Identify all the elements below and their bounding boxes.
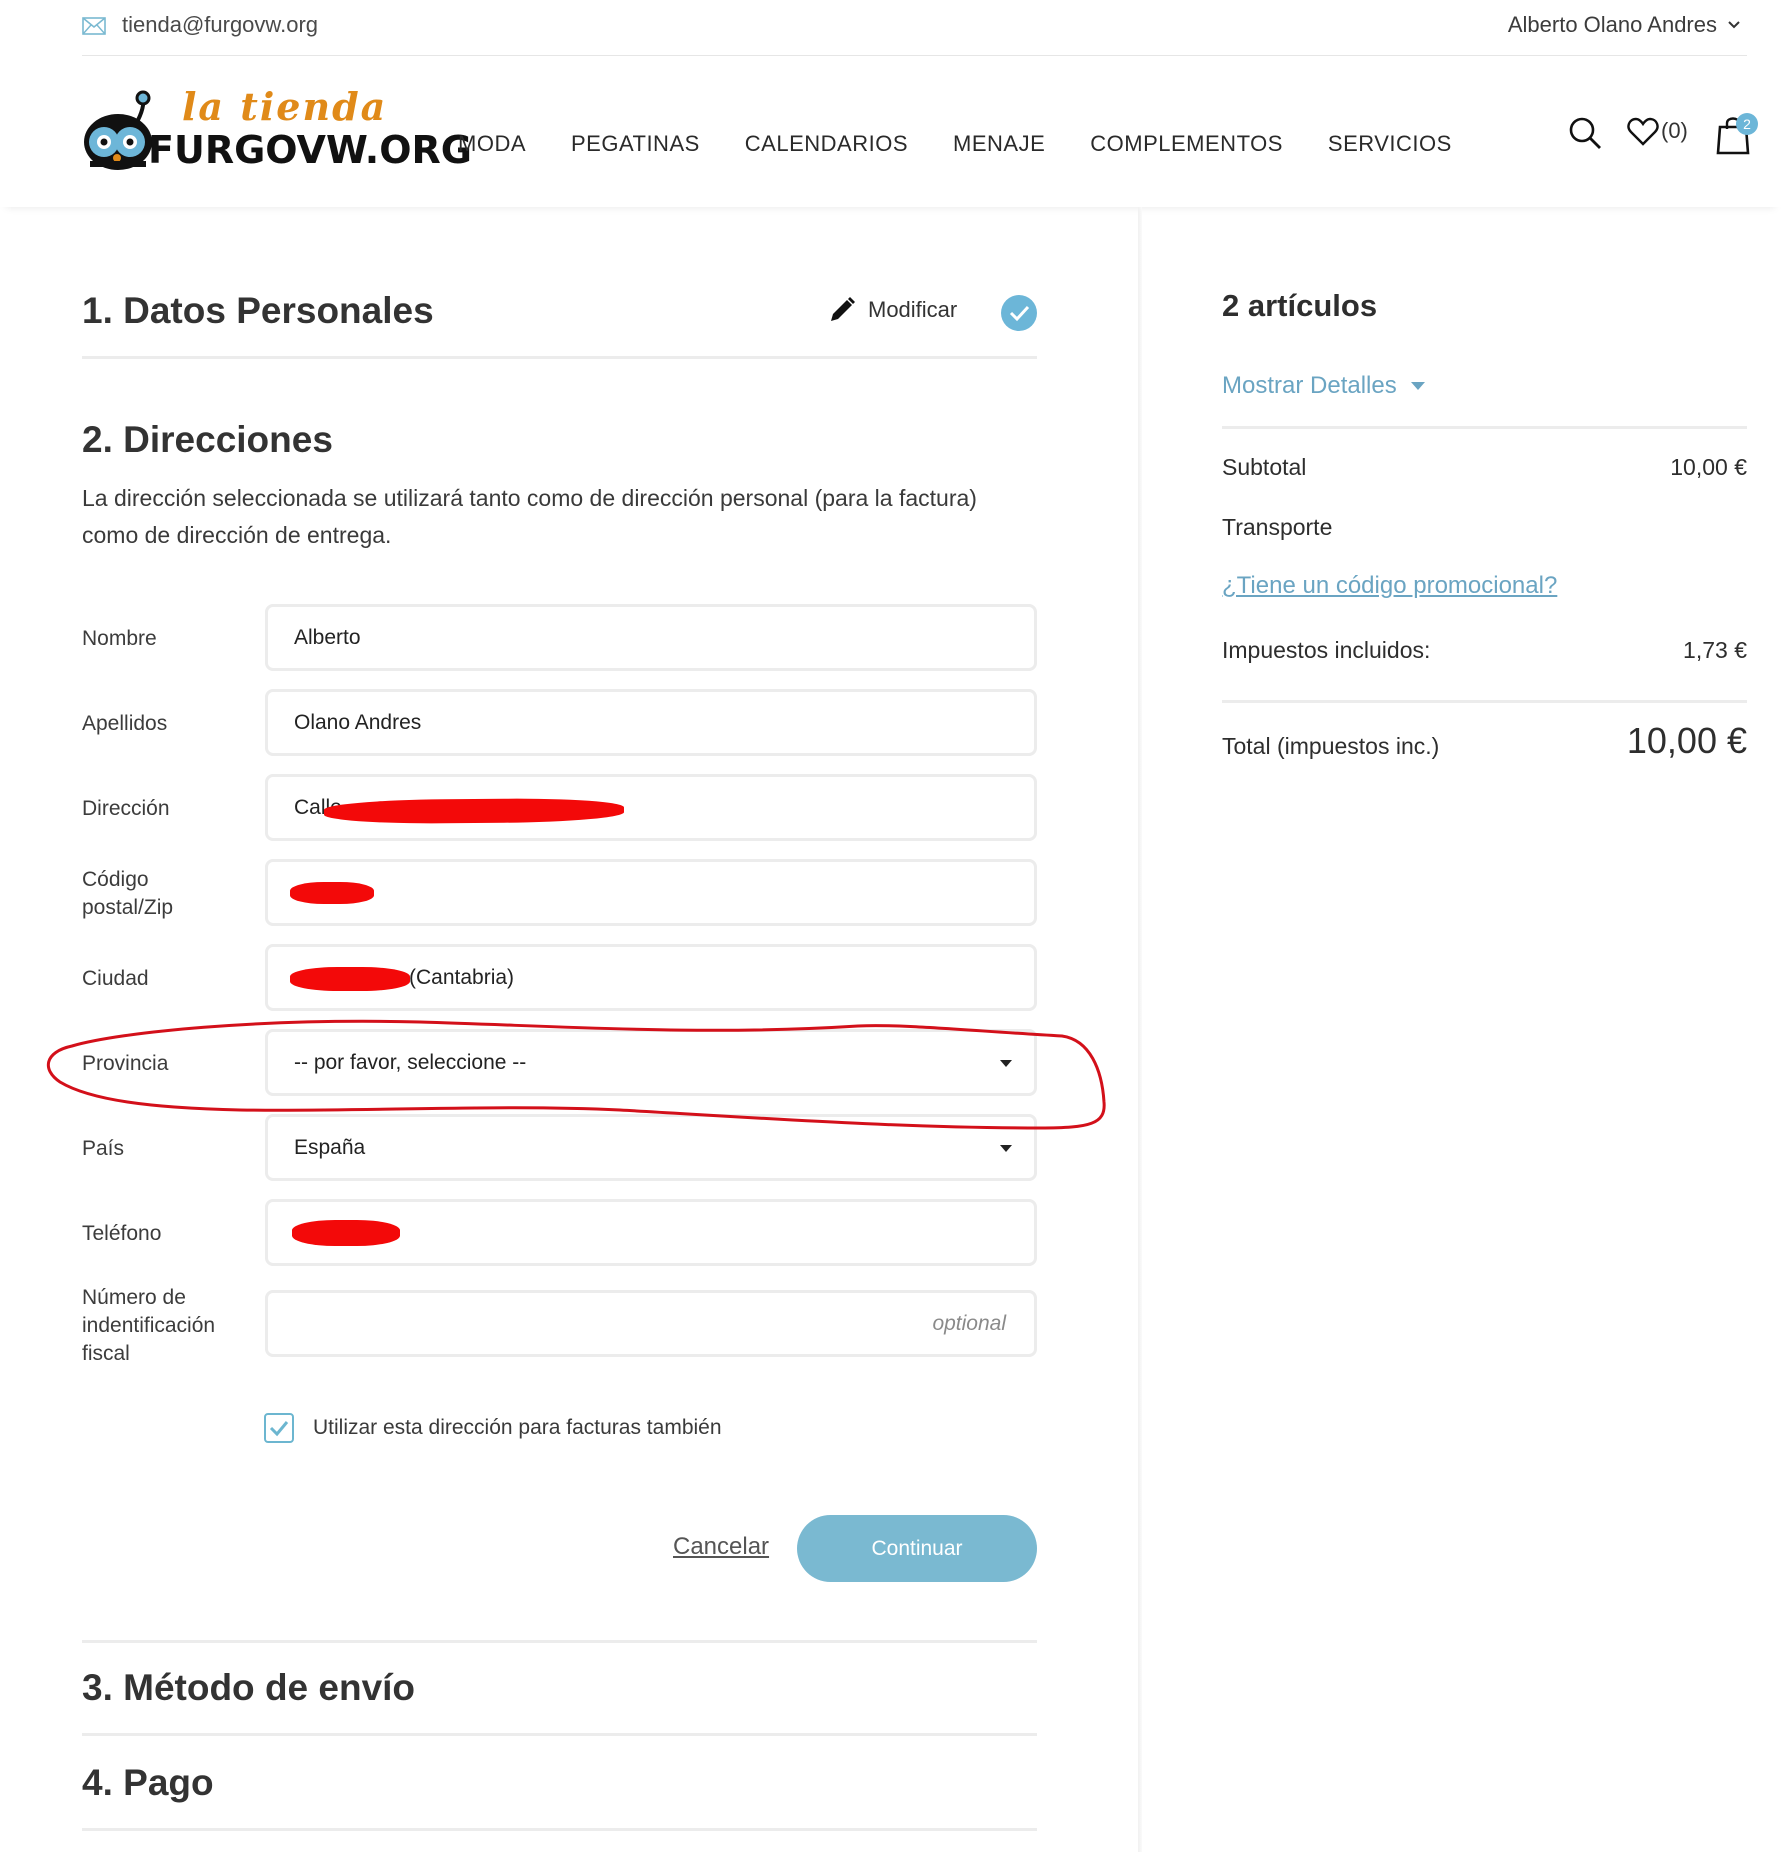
caret-down-icon xyxy=(1000,1060,1012,1067)
provincia-select[interactable]: -- por favor, seleccione -- xyxy=(265,1029,1037,1096)
summary-divider-top xyxy=(1222,426,1747,429)
site-logo[interactable]: la tienda FURGOVW.ORG xyxy=(80,84,472,178)
ciudad-value: (Cantabria) xyxy=(409,965,515,989)
step3-top-divider xyxy=(82,1640,1037,1643)
chevron-down-icon xyxy=(1728,21,1740,29)
codigo-postal-label-line1: Código xyxy=(82,868,149,891)
caret-down-icon xyxy=(1410,381,1425,390)
shipping-row: Transporte xyxy=(1222,514,1747,541)
nombre-value: Alberto xyxy=(294,625,361,649)
nav-item-servicios[interactable]: SERVICIOS xyxy=(1328,131,1452,157)
nav-item-menaje[interactable]: MENAJE xyxy=(953,131,1045,157)
column-separator xyxy=(1138,207,1142,1852)
pais-select[interactable]: España xyxy=(265,1114,1037,1181)
step2-description: La dirección seleccionada se utilizará t… xyxy=(82,485,977,548)
top-bar: tienda@furgovw.org Alberto Olano Andres xyxy=(0,0,1781,57)
nif-label-line1: Número de xyxy=(82,1286,186,1309)
step3-title[interactable]: 3. Método de envío xyxy=(82,1667,415,1709)
redaction-mark xyxy=(290,882,374,904)
telefono-input[interactable] xyxy=(265,1199,1037,1266)
step1-edit-label: Modificar xyxy=(868,297,958,322)
cart-summary-title: 2 artículos xyxy=(1222,288,1378,323)
show-details-toggle[interactable]: Mostrar Detalles xyxy=(1222,372,1425,400)
step2-title: 2. Direcciones xyxy=(82,419,333,460)
use-for-invoice-checkbox[interactable] xyxy=(264,1413,294,1443)
nif-input[interactable]: optional xyxy=(265,1290,1037,1357)
subtotal-row: Subtotal 10,00 € xyxy=(1222,454,1747,481)
apellidos-input[interactable]: Olano Andres xyxy=(265,689,1037,756)
taxes-label: Impuestos incluidos: xyxy=(1222,637,1431,663)
cart-count-badge: 2 xyxy=(1736,113,1758,135)
step1-title: 1. Datos Personales xyxy=(82,290,434,331)
subtotal-label: Subtotal xyxy=(1222,454,1307,480)
heart-icon xyxy=(1627,117,1659,146)
continue-button[interactable]: Continuar xyxy=(797,1515,1037,1582)
step4-divider xyxy=(82,1828,1037,1831)
apellidos-value: Olano Andres xyxy=(294,710,422,734)
use-for-invoice-label[interactable]: Utilizar esta dirección para facturas ta… xyxy=(313,1416,722,1440)
taxes-row: Impuestos incluidos: 1,73 € xyxy=(1222,637,1747,664)
direccion-label: Dirección xyxy=(82,797,170,820)
pais-label: País xyxy=(82,1137,125,1160)
nif-label-line3: fiscal xyxy=(82,1342,130,1365)
wishlist-button[interactable]: (0) xyxy=(1627,116,1688,146)
provincia-label: Provincia xyxy=(82,1052,169,1075)
user-account-menu[interactable]: Alberto Olano Andres xyxy=(1508,12,1741,38)
pencil-icon xyxy=(831,297,855,321)
nav-item-pegatinas[interactable]: PEGATINAS xyxy=(571,131,700,157)
caret-down-icon xyxy=(1000,1145,1012,1152)
codigo-postal-input[interactable] xyxy=(265,859,1037,926)
mail-icon xyxy=(82,17,106,35)
logo-main-text: FURGOVW.ORG xyxy=(148,128,472,172)
pais-selected: España xyxy=(294,1135,366,1159)
redaction-mark xyxy=(292,1220,400,1246)
redaction-mark xyxy=(323,797,625,825)
nif-label: Número de indentificación fiscal xyxy=(82,1284,215,1368)
cancel-button[interactable]: Cancelar xyxy=(673,1533,769,1561)
cart-button[interactable]: 2 xyxy=(1716,113,1760,155)
summary-divider-bottom xyxy=(1222,700,1747,703)
nombre-label: Nombre xyxy=(82,627,157,650)
nav-item-moda[interactable]: MODA xyxy=(458,131,526,157)
topbar-divider xyxy=(82,55,1747,56)
wishlist-count: (0) xyxy=(1661,118,1688,143)
contact-email-link[interactable]: tienda@furgovw.org xyxy=(122,12,318,38)
ciudad-label: Ciudad xyxy=(82,967,149,990)
total-value: 10,00 € xyxy=(1626,720,1747,761)
main-navigation: MODA PEGATINAS CALENDARIOS MENAJE COMPLE… xyxy=(458,131,1497,157)
step3-divider xyxy=(82,1733,1037,1736)
step1-edit-link[interactable]: Modificar xyxy=(828,296,957,324)
logo-script-text: la tienda xyxy=(182,84,388,129)
direccion-input[interactable]: Calle xyxy=(265,774,1037,841)
nif-label-line2: indentificación xyxy=(82,1314,216,1337)
redaction-mark xyxy=(290,967,410,991)
subtotal-value: 10,00 € xyxy=(1670,454,1747,480)
nombre-input[interactable]: Alberto xyxy=(265,604,1037,671)
step4-title[interactable]: 4. Pago xyxy=(82,1762,214,1804)
user-name: Alberto Olano Andres xyxy=(1507,12,1717,37)
checkmark-icon xyxy=(269,1421,289,1437)
nav-item-complementos[interactable]: COMPLEMENTOS xyxy=(1090,131,1283,157)
total-label: Total (impuestos inc.) xyxy=(1222,733,1440,759)
provincia-selected: -- por favor, seleccione -- xyxy=(294,1050,527,1074)
ciudad-input[interactable]: (Cantabria) xyxy=(265,944,1037,1011)
codigo-postal-label-line2: postal/Zip xyxy=(82,896,174,919)
nav-item-calendarios[interactable]: CALENDARIOS xyxy=(745,131,908,157)
promo-code-link[interactable]: ¿Tiene un código promocional? xyxy=(1222,572,1557,600)
step1-divider xyxy=(82,356,1037,359)
shipping-label: Transporte xyxy=(1222,514,1333,540)
codigo-postal-label: Código postal/Zip xyxy=(82,866,173,922)
nif-placeholder: optional xyxy=(932,1311,1006,1335)
taxes-value: 1,73 € xyxy=(1683,637,1747,663)
search-icon[interactable] xyxy=(1568,116,1602,150)
apellidos-label: Apellidos xyxy=(82,712,168,735)
check-circle-icon xyxy=(1001,295,1037,331)
telefono-label: Teléfono xyxy=(82,1222,162,1245)
show-details-label: Mostrar Detalles xyxy=(1222,372,1397,399)
